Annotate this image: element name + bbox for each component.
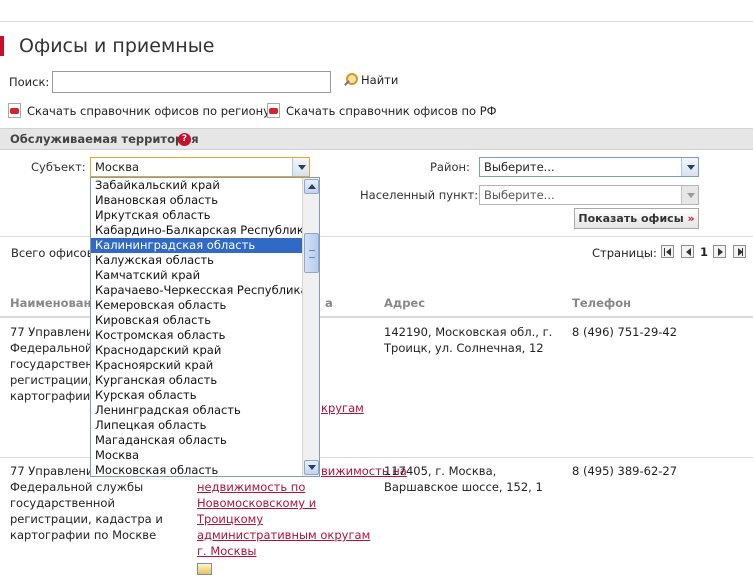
chevron-down-icon[interactable] [292,158,309,176]
row2-address: 117405, г. Москва, Варшавское шоссе, 152… [384,464,543,494]
dropdown-option[interactable]: Кемеровская область [91,298,303,313]
col-header-phone: Телефон [572,296,632,310]
last-page-icon[interactable] [733,245,746,258]
locality-select[interactable]: Выберите... [479,185,699,205]
search-input[interactable] [52,71,331,93]
dropdown-scrollbar[interactable] [302,178,319,476]
subject-label: Субъект: [31,160,86,174]
locality-select-value: Выберите... [484,188,555,202]
chevron-down-icon [681,186,698,204]
pdf-icon [8,103,21,118]
scrollbar-thumb[interactable] [304,233,319,273]
subject-dropdown-list[interactable]: Забайкальский край Ивановская область Ирку… [90,177,320,477]
territory-section-header: Обслуживаемая территория ? [0,128,753,150]
dropdown-option[interactable]: Костромская область [91,328,303,343]
download-region-link[interactable]: Скачать справочник офисов по региону [8,103,270,118]
dropdown-option[interactable]: Карачаево-Черкесская Республика [91,283,308,298]
dropdown-option[interactable]: Кировская область [91,313,303,328]
subject-select[interactable]: Москва [90,157,310,177]
first-page-icon[interactable] [661,245,674,258]
dropdown-option[interactable]: Калужская область [91,253,303,268]
col-header-territory: а [325,296,333,310]
help-icon[interactable]: ? [178,133,191,146]
dropdown-option[interactable]: Ленинградская область [91,403,303,418]
dropdown-options: Забайкальский край Ивановская область Ирку… [91,178,311,476]
search-label: Поиск: [9,75,50,89]
dropdown-option[interactable]: Забайкальский край [91,178,303,193]
dropdown-option[interactable]: Калининградская область [91,238,303,253]
district-label: Район: [430,160,470,174]
next-page-icon[interactable] [713,245,726,258]
dropdown-option[interactable]: Красноярский край [91,358,303,373]
double-chevron-icon: » [687,212,695,225]
dropdown-option[interactable]: Москва [91,448,303,463]
subject-select-value: Москва [95,160,140,174]
dropdown-option[interactable]: Московская область [91,463,303,476]
office-details-icon[interactable] [197,563,212,575]
total-offices-label: Всего офисов [11,246,94,260]
chevron-down-icon[interactable] [681,158,698,176]
show-offices-label: Показать офисы [578,212,684,225]
download-rf-link[interactable]: Скачать справочник офисов по РФ [267,103,497,118]
district-select-value: Выберите... [484,160,555,174]
scroll-up-icon[interactable] [304,179,319,194]
dropdown-option[interactable]: Камчатский край [91,268,303,283]
dropdown-option[interactable]: Иркутская область [91,208,303,223]
download-region-label: Скачать справочник офисов по региону [27,103,270,118]
dropdown-option[interactable]: Курганская область [91,373,303,388]
dropdown-option[interactable]: Липецкая область [91,418,303,433]
dropdown-option[interactable]: Курская область [91,388,303,403]
magnifier-icon [343,73,358,87]
prev-page-icon[interactable] [681,245,694,258]
pdf-icon [267,103,280,118]
pages-label: Страницы: [592,246,657,260]
locality-label: Населенный пункт: [360,188,479,202]
search-button-label: Найти [361,73,399,87]
district-select[interactable]: Выберите... [479,157,699,177]
row1-phone: 8 (496) 751-29-42 [572,325,678,339]
search-button[interactable]: Найти [343,73,398,87]
row2-phone: 8 (495) 389-62-27 [572,464,678,478]
current-page-number[interactable]: 1 [700,245,708,259]
download-rf-label: Скачать справочник офисов по РФ [286,103,497,118]
col-header-address: Адрес [384,296,426,310]
dropdown-option[interactable]: Кабардино-Балкарская Республика [91,223,311,238]
row1-territory-link[interactable]: кругам [321,400,364,416]
row1-address: 142190, Московская обл., г. Троицк, ул. … [384,325,553,355]
top-divider [0,21,753,22]
dropdown-option[interactable]: Магаданская область [91,433,303,448]
title-accent-bar [0,36,4,56]
dropdown-option[interactable]: Ивановская область [91,193,303,208]
col-header-name: Наименовани [10,296,100,310]
row2-territory-link[interactable]: вижимость на недвижимость по Новомосковс… [197,463,407,559]
scroll-down-icon[interactable] [304,460,319,475]
page-title: Офисы и приемные [19,35,215,57]
show-offices-button[interactable]: Показать офисы » [574,208,699,229]
dropdown-option[interactable]: Краснодарский край [91,343,303,358]
territory-section-title: Обслуживаемая территория [10,132,199,146]
